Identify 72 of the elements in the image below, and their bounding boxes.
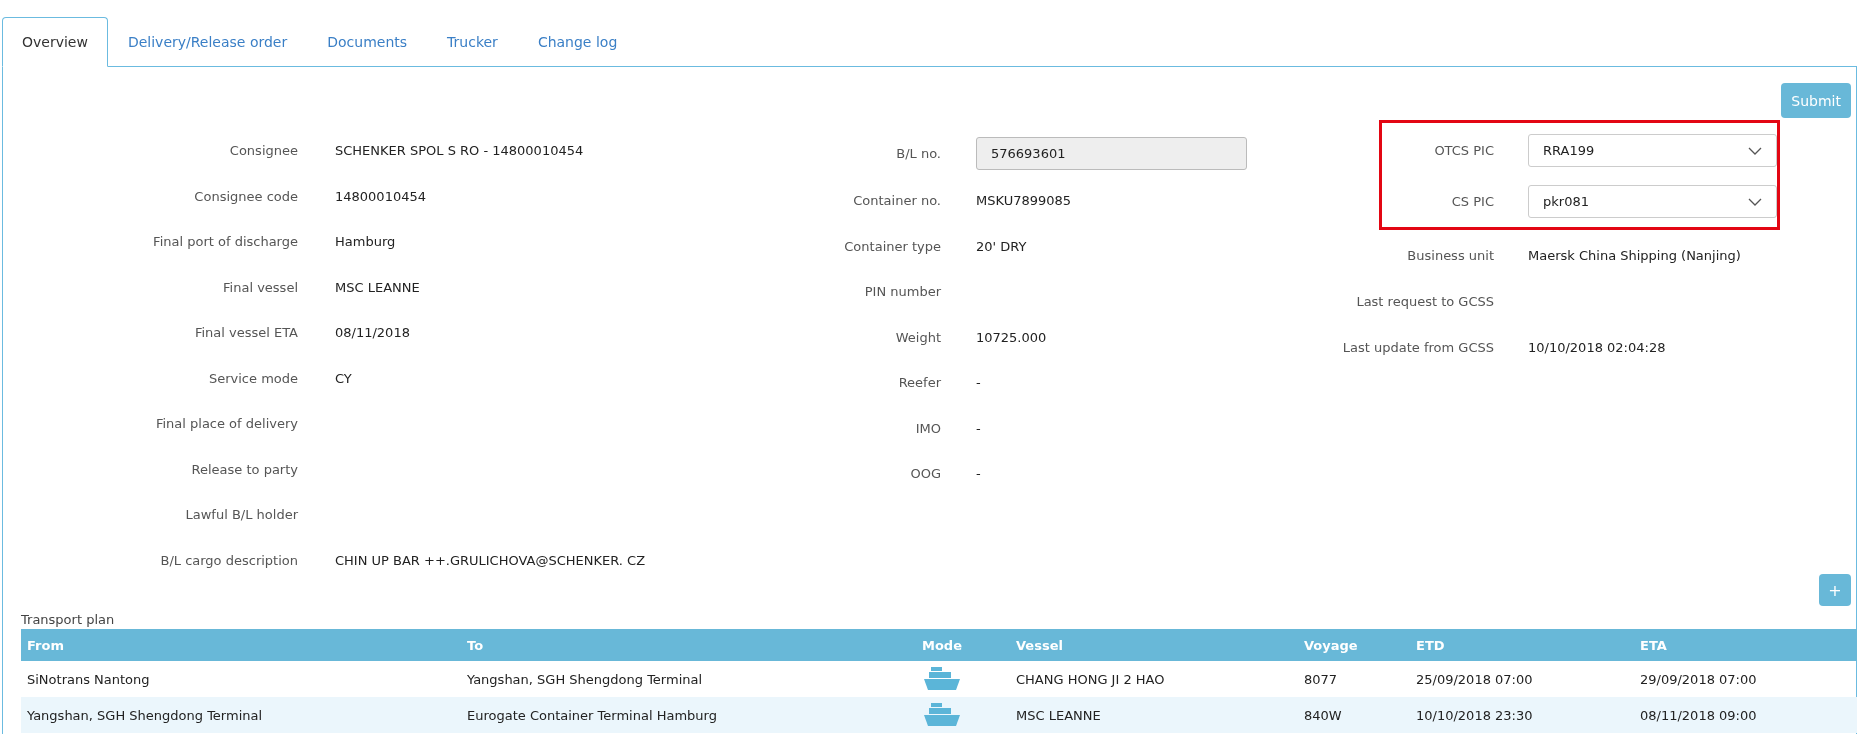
- column-header: From: [21, 629, 461, 661]
- chevron-down-icon: [1748, 197, 1762, 206]
- field-label: Last update from GCSS: [1341, 339, 1494, 355]
- field-label: OTCS PIC: [1433, 143, 1494, 158]
- table-cell: 840W: [1304, 707, 1342, 723]
- column-header: ETA: [1634, 629, 1857, 661]
- bl-number-field[interactable]: 576693601: [976, 136, 1247, 170]
- field-label: Final port of discharge: [152, 234, 298, 250]
- field-label: Release to party: [190, 461, 298, 477]
- table-cell: 25/09/2018 07:00: [1416, 671, 1533, 687]
- field-label: B/L cargo description: [159, 552, 298, 568]
- tab[interactable]: Change log: [517, 17, 638, 67]
- field-value: CY: [335, 370, 352, 386]
- table-cell: MSC LEANNE: [1016, 707, 1101, 723]
- field-label: Container no.: [852, 193, 941, 209]
- submit-button[interactable]: Submit: [1781, 83, 1851, 118]
- ship-icon: [922, 701, 962, 729]
- table-cell: Yangshan, SGH Shengdong Terminal: [467, 671, 703, 687]
- table-cell: Eurogate Container Terminal Hamburg: [467, 707, 717, 723]
- column-header: To: [461, 629, 916, 661]
- field-value: MSC LEANNE: [335, 279, 420, 295]
- column-header: ETD: [1410, 629, 1634, 661]
- column-header: Vessel: [1010, 629, 1298, 661]
- field-value: MSKU7899085: [976, 193, 1072, 209]
- field-value: -: [976, 466, 981, 482]
- table-cell: 8077: [1304, 671, 1338, 687]
- field-label: OOG: [909, 466, 941, 482]
- field-value: 20' DRY: [976, 238, 1027, 254]
- field-label: Service mode: [207, 370, 298, 386]
- field-label: Consignee code: [193, 188, 298, 204]
- field-label: Last request to GCSS: [1355, 293, 1494, 309]
- field-value: CHIN UP BAR ++.GRULICHOVA@SCHENKER. CZ: [335, 552, 646, 568]
- field-value: 14800010454: [335, 188, 426, 204]
- dropdown[interactable]: pkr081: [1528, 185, 1777, 218]
- field-value: Hamburg: [335, 234, 396, 250]
- field-label: Consignee: [228, 143, 298, 159]
- field-label: Final place of delivery: [154, 416, 298, 432]
- field-label: Final vessel: [222, 279, 298, 295]
- chevron-down-icon: [1748, 146, 1762, 155]
- table-cell: CHANG HONG JI 2 HAO: [1016, 671, 1165, 687]
- field-value: 10/10/2018 02:04:28: [1528, 339, 1666, 355]
- column-header: Voyage: [1298, 629, 1410, 661]
- dropdown[interactable]: RRA199: [1528, 134, 1777, 167]
- field-label: PIN number: [863, 284, 941, 300]
- tab[interactable]: Delivery/Release order: [107, 17, 308, 67]
- field-value: Maersk China Shipping (Nanjing): [1528, 247, 1741, 263]
- field-value: SCHENKER SPOL S RO - 14800010454: [335, 143, 584, 159]
- field-value: -: [976, 375, 981, 391]
- field-label: IMO: [914, 420, 941, 436]
- tab[interactable]: Overview: [2, 17, 108, 67]
- field-value: -: [976, 420, 981, 436]
- field-label: CS PIC: [1450, 194, 1494, 209]
- field-label: B/L no.: [895, 145, 941, 161]
- table-cell: SiNotrans Nantong: [27, 671, 150, 687]
- add-button[interactable]: +: [1819, 574, 1851, 606]
- field-label: Final vessel ETA: [193, 325, 298, 341]
- section-title: Transport plan: [21, 612, 116, 627]
- field-value: 08/11/2018: [335, 325, 410, 341]
- column-header: Mode: [916, 629, 1010, 661]
- field-value: 10725.000: [976, 329, 1047, 345]
- table-cell: Yangshan, SGH Shengdong Terminal: [27, 707, 263, 723]
- field-label: Container type: [843, 238, 941, 254]
- table-cell: 10/10/2018 23:30: [1416, 707, 1533, 723]
- table-cell: 08/11/2018 09:00: [1640, 707, 1757, 723]
- tab[interactable]: Documents: [307, 17, 428, 67]
- field-label: Business unit: [1406, 247, 1494, 263]
- tab[interactable]: Trucker: [427, 17, 518, 67]
- field-label: Weight: [894, 329, 941, 345]
- ship-icon: [922, 665, 962, 693]
- table-cell: 29/09/2018 07:00: [1640, 671, 1757, 687]
- field-label: Lawful B/L holder: [184, 507, 298, 523]
- field-label: Reefer: [897, 375, 941, 391]
